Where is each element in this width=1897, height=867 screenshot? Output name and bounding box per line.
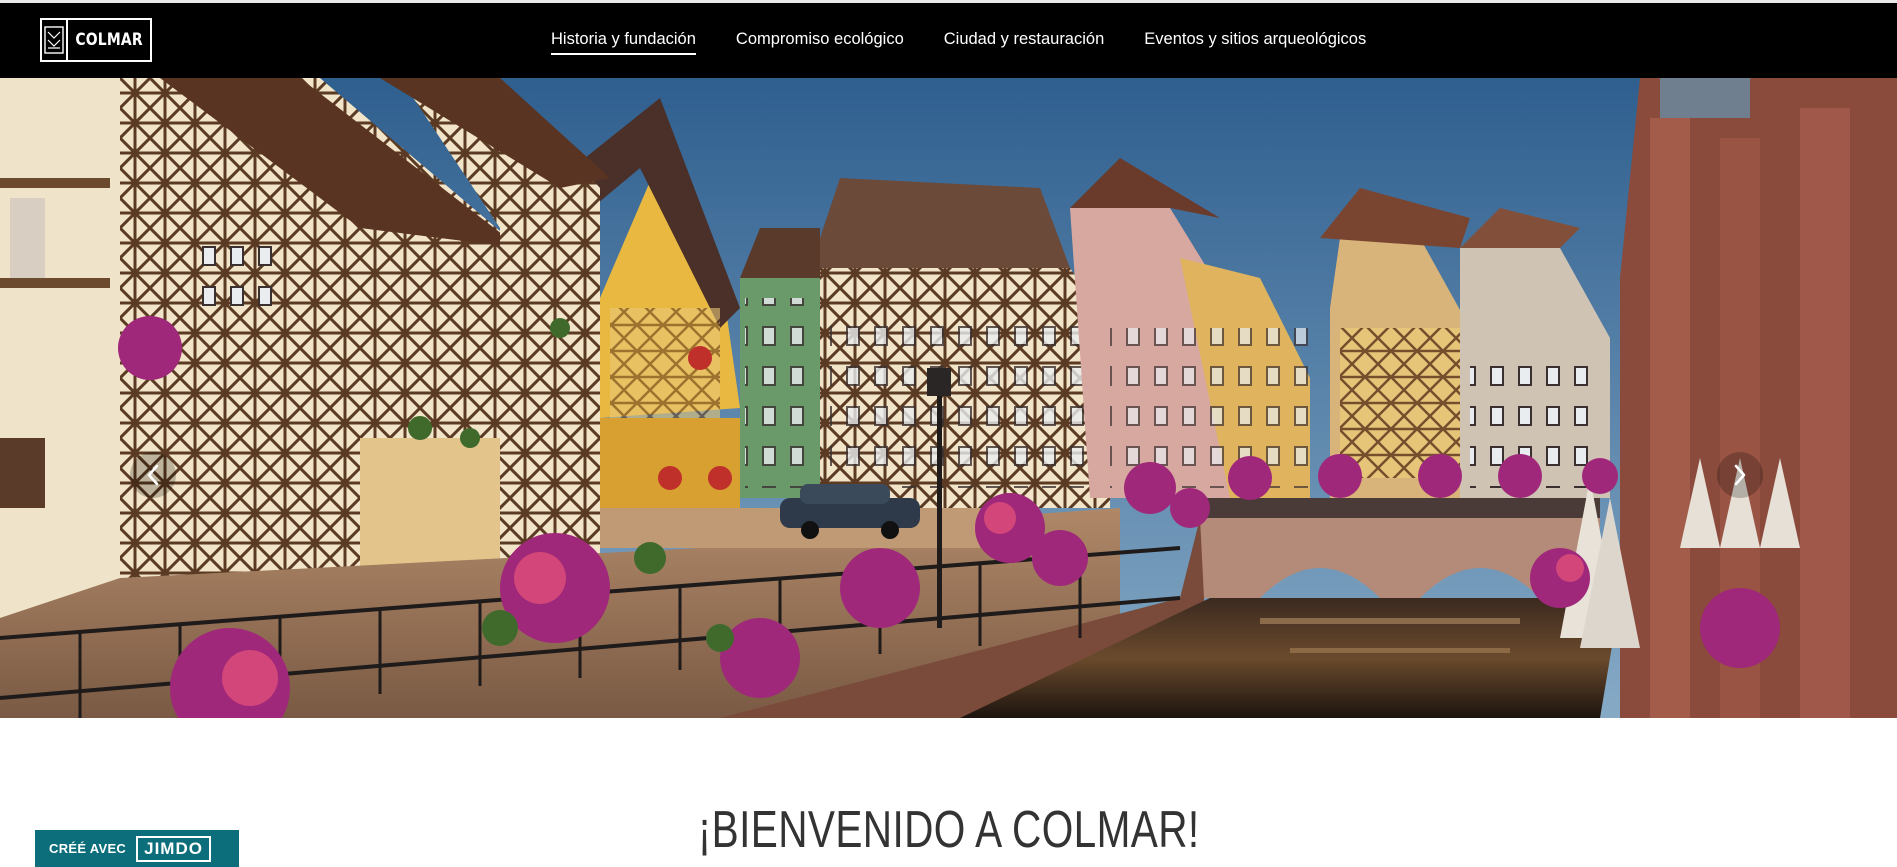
header-top-strip (0, 0, 1897, 3)
jimdo-logo: JIMDO (136, 835, 211, 862)
page-heading-text: ¡BIENVENIDO A COLMAR! (697, 801, 1200, 859)
nav-item-historia[interactable]: Historia y fundación (551, 30, 696, 55)
nav-item-compromiso[interactable]: Compromiso ecológico (736, 30, 904, 55)
chevron-left-icon (147, 464, 159, 486)
chevron-right-icon (1734, 464, 1746, 486)
slider-next-button[interactable] (1717, 452, 1763, 498)
hero-image (0, 78, 1897, 718)
hero-slider (0, 78, 1897, 718)
logo-text: COLMAR (75, 30, 143, 50)
slider-prev-button[interactable] (130, 452, 176, 498)
nav-item-eventos[interactable]: Eventos y sitios arqueológicos (1144, 30, 1366, 55)
page-heading: ¡BIENVENIDO A COLMAR! (0, 800, 1897, 860)
jimdo-badge[interactable]: CRÉÉ AVEC JIMDO (35, 830, 239, 867)
main-nav: Historia y fundación Compromiso ecológic… (551, 30, 1406, 55)
crest-icon (42, 20, 68, 60)
site-header: COLMAR Historia y fundación Compromiso e… (0, 0, 1897, 78)
site-logo[interactable]: COLMAR (40, 18, 152, 62)
nav-item-ciudad[interactable]: Ciudad y restauración (944, 30, 1105, 55)
jimdo-badge-prefix: CRÉÉ AVEC (49, 841, 127, 856)
